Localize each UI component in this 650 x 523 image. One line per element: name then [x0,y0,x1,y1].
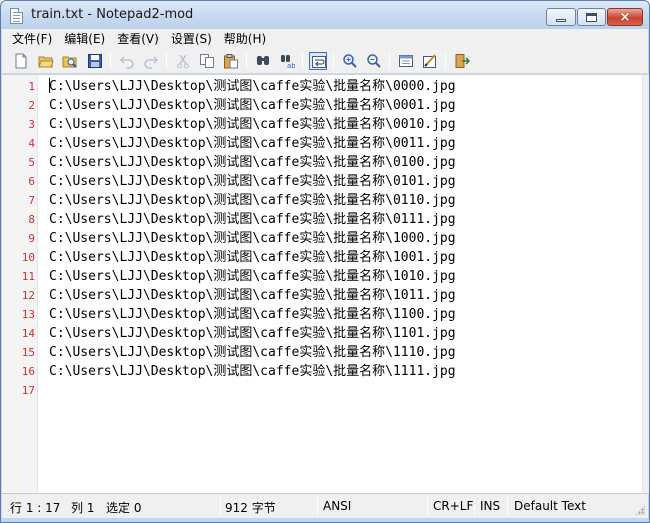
paste-icon[interactable] [222,52,240,70]
redo-icon[interactable] [142,52,160,70]
close-button[interactable]: × [607,8,643,26]
line-number: 9 [28,232,35,245]
text-line[interactable]: C:\Users\LJJ\Desktop\测试图\caffe实验\批量名称\11… [49,305,456,324]
menu-help[interactable]: 帮助(H) [218,30,272,47]
minimize-icon [556,18,566,22]
status-line-ending[interactable]: CR+LF [433,499,473,513]
status-encoding[interactable]: ANSI [323,499,351,513]
toolbar-separator [166,53,167,69]
text-line[interactable]: C:\Users\LJJ\Desktop\测试图\caffe实验\批量名称\00… [49,96,456,115]
status-file-size: 912 字节 [225,501,276,515]
close-icon: × [619,9,631,25]
exit-icon[interactable] [453,52,471,70]
scheme-icon[interactable] [397,52,415,70]
line-number: 10 [21,251,35,264]
text-editor[interactable]: 1 2 3 4 5 6 7 8 9 10 11 12 13 14 15 16 1… [2,75,642,493]
zoom-in-icon[interactable] [341,52,359,70]
toolbar-separator [445,53,446,69]
status-scheme[interactable]: Default Text [514,499,586,513]
browse-icon[interactable] [61,52,79,70]
minimize-button[interactable] [546,8,576,26]
toolbar-separator [333,53,334,69]
notepad-app-icon[interactable] [10,8,23,24]
open-folder-icon[interactable] [37,52,55,70]
text-line[interactable]: C:\Users\LJJ\Desktop\测试图\caffe实验\批量名称\10… [49,286,456,305]
line-number: 6 [28,175,35,188]
title-bar[interactable]: train.txt - Notepad2-mod × [1,1,649,29]
copy-icon[interactable] [198,52,216,70]
save-icon[interactable] [86,52,104,70]
undo-icon[interactable] [118,52,136,70]
text-line[interactable]: C:\Users\LJJ\Desktop\测试图\caffe实验\批量名称\00… [49,134,456,153]
text-line[interactable]: C:\Users\LJJ\Desktop\测试图\caffe实验\批量名称\00… [49,77,456,96]
text-line[interactable]: C:\Users\LJJ\Desktop\测试图\caffe实验\批量名称\10… [49,229,456,248]
status-divider [317,497,318,515]
window-title: train.txt - Notepad2-mod [31,7,194,22]
line-number: 17 [21,384,35,397]
resize-grip[interactable] [635,505,645,515]
zoom-out-icon[interactable] [365,52,383,70]
maximize-icon [586,12,597,22]
replace-icon[interactable]: ab [278,52,296,70]
line-number: 7 [28,194,35,207]
text-line[interactable]: C:\Users\LJJ\Desktop\测试图\caffe实验\批量名称\01… [49,210,456,229]
text-line[interactable]: C:\Users\LJJ\Desktop\测试图\caffe实验\批量名称\11… [49,324,456,343]
status-divider [507,497,508,515]
customize-scheme-icon[interactable] [421,52,439,70]
toolbar: ab [2,48,648,74]
menu-file[interactable]: 文件(F) [6,30,58,47]
menu-bar: 文件(F) 编辑(E) 查看(V) 设置(S) 帮助(H) [2,29,648,48]
line-number: 16 [21,365,35,378]
line-number-gutter: 1 2 3 4 5 6 7 8 9 10 11 12 13 14 15 16 1… [2,75,38,493]
menu-view[interactable]: 查看(V) [111,30,165,47]
line-number: 8 [28,213,35,226]
status-insert-mode: INS [480,499,501,513]
status-selection: 选定 0 [106,501,142,515]
line-number: 13 [21,308,35,321]
text-line[interactable]: C:\Users\LJJ\Desktop\测试图\caffe实验\批量名称\10… [49,248,456,267]
toolbar-separator [302,53,303,69]
line-number: 3 [28,118,35,131]
status-divider [427,497,428,515]
text-line[interactable]: C:\Users\LJJ\Desktop\测试图\caffe实验\批量名称\01… [49,172,456,191]
line-number: 15 [21,346,35,359]
line-number: 14 [21,327,35,340]
text-line[interactable]: C:\Users\LJJ\Desktop\测试图\caffe实验\批量名称\11… [49,343,456,362]
status-line: 行 1 : 17 [10,501,61,515]
vertical-scrollbar[interactable] [642,75,649,493]
line-number: 5 [28,156,35,169]
find-icon[interactable] [254,52,272,70]
word-wrap-icon[interactable] [309,52,327,70]
text-line[interactable]: C:\Users\LJJ\Desktop\测试图\caffe实验\批量名称\00… [49,115,456,134]
line-number: 11 [21,270,35,283]
status-column: 列 1 [71,501,95,515]
notepad-window: train.txt - Notepad2-mod × 文件(F) 编辑(E) 查… [0,0,650,523]
toolbar-separator [246,53,247,69]
status-divider [474,497,475,515]
toolbar-separator [110,53,111,69]
new-icon[interactable] [12,52,30,70]
status-divider [220,497,221,515]
line-number: 4 [28,137,35,150]
menu-settings[interactable]: 设置(S) [165,30,218,47]
cut-icon[interactable] [174,52,192,70]
menu-edit[interactable]: 编辑(E) [58,30,111,47]
text-line[interactable]: C:\Users\LJJ\Desktop\测试图\caffe实验\批量名称\10… [49,267,456,286]
line-number: 1 [28,80,35,93]
toolbar-separator [389,53,390,69]
text-line[interactable]: C:\Users\LJJ\Desktop\测试图\caffe实验\批量名称\11… [49,362,456,381]
maximize-button[interactable] [577,8,606,26]
line-number: 2 [28,99,35,112]
status-bar: 行 1 : 17 列 1 选定 0 912 字节 ANSI CR+LF INS … [2,493,648,518]
text-line[interactable]: C:\Users\LJJ\Desktop\测试图\caffe实验\批量名称\01… [49,191,456,210]
svg-text:ab: ab [287,62,295,69]
line-number: 12 [21,289,35,302]
text-line[interactable]: C:\Users\LJJ\Desktop\测试图\caffe实验\批量名称\01… [49,153,456,172]
